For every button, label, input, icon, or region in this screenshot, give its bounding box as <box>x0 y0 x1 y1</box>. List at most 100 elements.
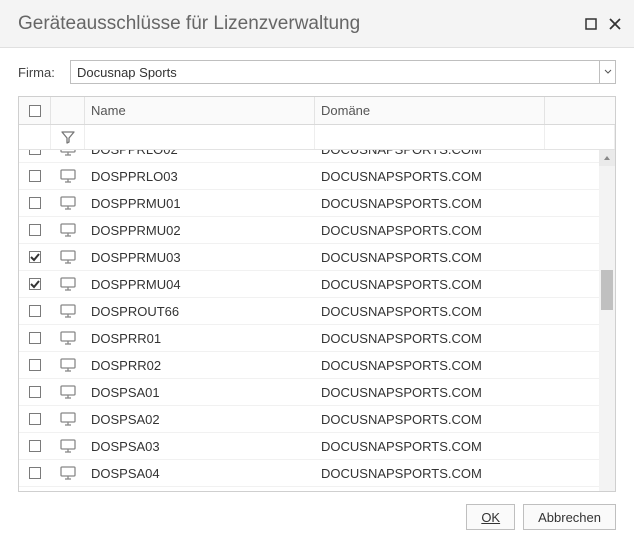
monitor-icon <box>51 150 85 162</box>
table-row[interactable]: DOSPSA01DOCUSNAPSPORTS.COM <box>19 379 615 406</box>
cell-domain: DOCUSNAPSPORTS.COM <box>315 190 545 216</box>
cell-name: DOSPRR02 <box>85 352 315 378</box>
scroll-thumb[interactable] <box>601 270 613 310</box>
cell-name: DOSPSA03 <box>85 433 315 459</box>
monitor-icon <box>51 244 85 270</box>
row-checkbox[interactable] <box>19 150 51 162</box>
cell-name: DOSPSA01 <box>85 379 315 405</box>
company-label: Firma: <box>18 65 62 80</box>
cell-domain: DOCUSNAPSPORTS.COM <box>315 487 545 491</box>
cell-name: DOSPSA05 <box>85 487 315 491</box>
row-checkbox[interactable] <box>19 433 51 459</box>
vertical-scrollbar[interactable] <box>599 150 615 491</box>
row-checkbox[interactable] <box>19 379 51 405</box>
cell-domain: DOCUSNAPSPORTS.COM <box>315 163 545 189</box>
monitor-icon <box>51 271 85 297</box>
grid-header: Name Domäne <box>19 97 615 125</box>
monitor-icon <box>51 217 85 243</box>
monitor-icon <box>51 433 85 459</box>
cell-name: DOSPPRMU01 <box>85 190 315 216</box>
column-header-icon <box>51 97 85 124</box>
filter-icon[interactable] <box>51 125 85 149</box>
cell-domain: DOCUSNAPSPORTS.COM <box>315 217 545 243</box>
monitor-icon <box>51 325 85 351</box>
close-button[interactable] <box>608 17 622 31</box>
cell-name: DOSPRR01 <box>85 325 315 351</box>
monitor-icon <box>51 379 85 405</box>
filter-cell-domain[interactable] <box>315 125 545 149</box>
table-row[interactable]: DOSPSA02DOCUSNAPSPORTS.COM <box>19 406 615 433</box>
scroll-up-icon[interactable] <box>599 150 615 166</box>
row-checkbox[interactable] <box>19 325 51 351</box>
cell-name: DOSPPRMU02 <box>85 217 315 243</box>
table-row[interactable]: DOSPPRMU01DOCUSNAPSPORTS.COM <box>19 190 615 217</box>
table-row[interactable]: DOSPSA05DOCUSNAPSPORTS.COM <box>19 487 615 491</box>
chevron-down-icon[interactable] <box>599 61 615 83</box>
titlebar: Geräteausschlüsse für Lizenzverwaltung <box>0 0 634 48</box>
row-checkbox[interactable] <box>19 298 51 324</box>
cell-domain: DOCUSNAPSPORTS.COM <box>315 406 545 432</box>
filter-cell-name[interactable] <box>85 125 315 149</box>
cell-domain: DOCUSNAPSPORTS.COM <box>315 352 545 378</box>
window-buttons <box>584 17 622 31</box>
row-checkbox[interactable] <box>19 460 51 486</box>
row-checkbox[interactable] <box>19 163 51 189</box>
dialog-window: Geräteausschlüsse für Lizenzverwaltung F… <box>0 0 634 542</box>
filter-cell-spacer <box>545 125 615 149</box>
cell-name: DOSPPRLO02 <box>85 150 315 162</box>
cell-name: DOSPPRMU03 <box>85 244 315 270</box>
column-header-domain[interactable]: Domäne <box>315 97 545 124</box>
row-checkbox[interactable] <box>19 244 51 270</box>
table-row[interactable]: DOSPROUT66DOCUSNAPSPORTS.COM <box>19 298 615 325</box>
cell-name: DOSPPRLO03 <box>85 163 315 189</box>
company-selector: Firma: Docusnap Sports <box>0 48 634 96</box>
ok-button[interactable]: OK <box>466 504 515 530</box>
dialog-title: Geräteausschlüsse für Lizenzverwaltung <box>18 13 360 35</box>
column-header-name[interactable]: Name <box>85 97 315 124</box>
cancel-button[interactable]: Abbrechen <box>523 504 616 530</box>
device-grid: Name Domäne DOSPPRLO02DOCUSNAPSPORTS.COM… <box>18 96 616 492</box>
cell-domain: DOCUSNAPSPORTS.COM <box>315 298 545 324</box>
table-row[interactable]: DOSPRR01DOCUSNAPSPORTS.COM <box>19 325 615 352</box>
monitor-icon <box>51 298 85 324</box>
cell-domain: DOCUSNAPSPORTS.COM <box>315 433 545 459</box>
table-row[interactable]: DOSPPRLO02DOCUSNAPSPORTS.COM <box>19 150 615 163</box>
monitor-icon <box>51 406 85 432</box>
cell-name: DOSPSA02 <box>85 406 315 432</box>
company-combobox[interactable]: Docusnap Sports <box>70 60 616 84</box>
cell-domain: DOCUSNAPSPORTS.COM <box>315 150 545 162</box>
cell-domain: DOCUSNAPSPORTS.COM <box>315 379 545 405</box>
grid-body: DOSPPRLO02DOCUSNAPSPORTS.COMDOSPPRLO03DO… <box>19 150 615 491</box>
dialog-buttons: OK Abbrechen <box>0 492 634 542</box>
cell-domain: DOCUSNAPSPORTS.COM <box>315 271 545 297</box>
grid-rows: DOSPPRLO02DOCUSNAPSPORTS.COMDOSPPRLO03DO… <box>19 150 615 491</box>
row-checkbox[interactable] <box>19 271 51 297</box>
table-row[interactable]: DOSPRR02DOCUSNAPSPORTS.COM <box>19 352 615 379</box>
table-row[interactable]: DOSPPRLO03DOCUSNAPSPORTS.COM <box>19 163 615 190</box>
row-checkbox[interactable] <box>19 406 51 432</box>
cell-name: DOSPROUT66 <box>85 298 315 324</box>
monitor-icon <box>51 487 85 491</box>
select-all-checkbox[interactable] <box>19 97 51 124</box>
cell-name: DOSPSA04 <box>85 460 315 486</box>
monitor-icon <box>51 352 85 378</box>
row-checkbox[interactable] <box>19 217 51 243</box>
row-checkbox[interactable] <box>19 190 51 216</box>
table-row[interactable]: DOSPPRMU03DOCUSNAPSPORTS.COM <box>19 244 615 271</box>
company-value: Docusnap Sports <box>71 65 599 80</box>
table-row[interactable]: DOSPPRMU04DOCUSNAPSPORTS.COM <box>19 271 615 298</box>
table-row[interactable]: DOSPSA04DOCUSNAPSPORTS.COM <box>19 460 615 487</box>
maximize-button[interactable] <box>584 17 598 31</box>
cell-domain: DOCUSNAPSPORTS.COM <box>315 460 545 486</box>
cell-domain: DOCUSNAPSPORTS.COM <box>315 325 545 351</box>
monitor-icon <box>51 163 85 189</box>
row-checkbox[interactable] <box>19 352 51 378</box>
cell-domain: DOCUSNAPSPORTS.COM <box>315 244 545 270</box>
grid-filter-row <box>19 125 615 150</box>
table-row[interactable]: DOSPSA03DOCUSNAPSPORTS.COM <box>19 433 615 460</box>
table-row[interactable]: DOSPPRMU02DOCUSNAPSPORTS.COM <box>19 217 615 244</box>
row-checkbox[interactable] <box>19 487 51 491</box>
monitor-icon <box>51 190 85 216</box>
monitor-icon <box>51 460 85 486</box>
column-header-spacer <box>545 97 615 124</box>
